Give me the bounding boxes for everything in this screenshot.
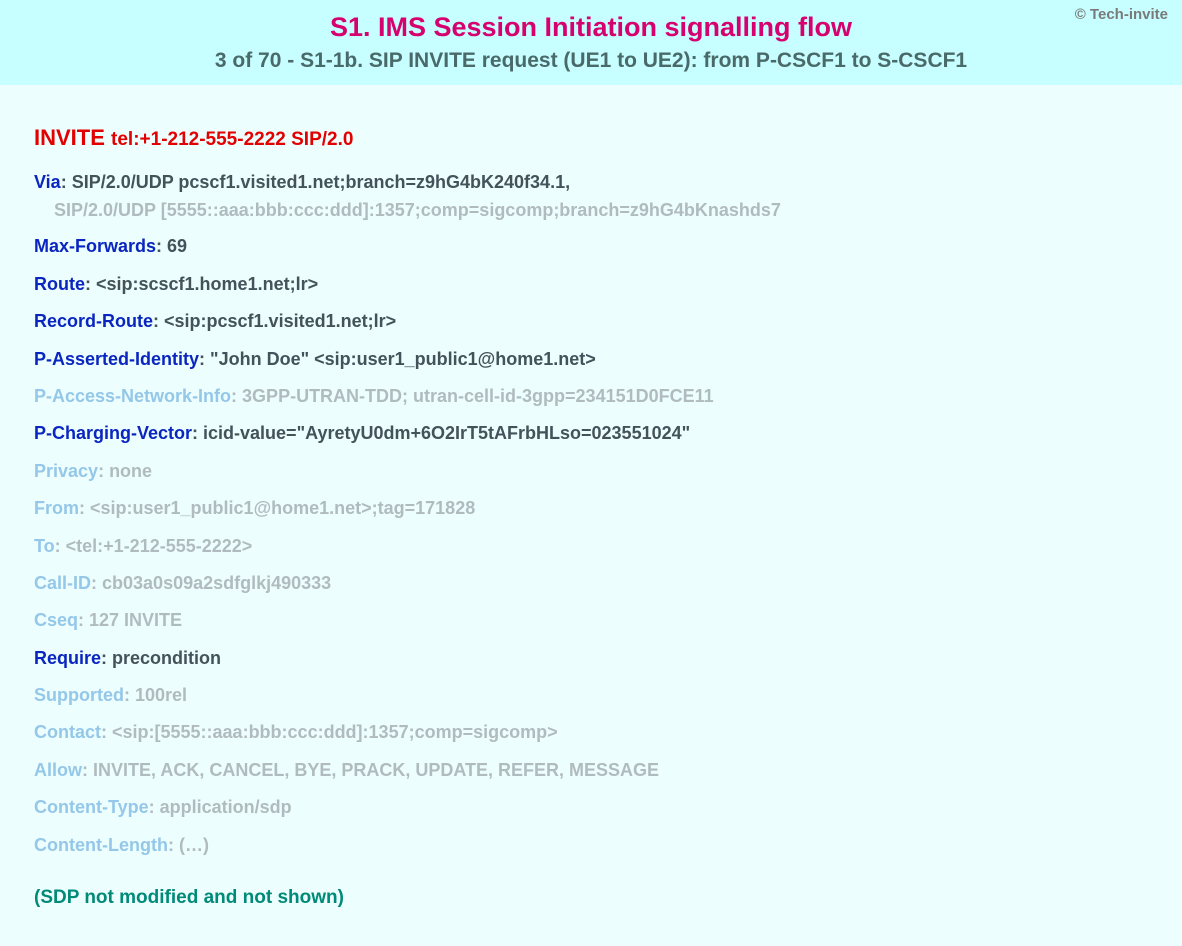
sip-header-line: P-Access-Network-Info: 3GPP-UTRAN-TDD; u…: [34, 385, 1148, 408]
sip-header-line: Record-Route: <sip:pcscf1.visited1.net;l…: [34, 310, 1148, 333]
colon: :: [101, 722, 112, 742]
title-subtitle: 3 of 70 - S1-1b. SIP INVITE request (UE1…: [0, 49, 1182, 73]
sip-header-name: Content-Length: [34, 835, 168, 855]
sip-request-uri: tel:+1-212-555-2222 SIP/2.0: [111, 129, 353, 150]
colon: :: [79, 498, 90, 518]
sip-header-name: Cseq: [34, 610, 78, 630]
sip-header-name: P-Asserted-Identity: [34, 349, 199, 369]
sip-header-value: 69: [167, 236, 187, 256]
sip-header-continuation: SIP/2.0/UDP [5555::aaa:bbb:ccc:ddd]:1357…: [54, 200, 1148, 221]
colon: :: [82, 760, 93, 780]
colon: :: [192, 423, 203, 443]
sip-header-value: <tel:+1-212-555-2222>: [66, 536, 253, 556]
colon: :: [85, 274, 96, 294]
colon: :: [78, 610, 89, 630]
colon: :: [55, 536, 66, 556]
colon: :: [168, 835, 179, 855]
sip-header-line: Allow: INVITE, ACK, CANCEL, BYE, PRACK, …: [34, 759, 1148, 782]
sip-header-name: P-Charging-Vector: [34, 423, 192, 443]
sip-header-name: P-Access-Network-Info: [34, 386, 231, 406]
sip-header-name: Require: [34, 648, 101, 668]
colon: :: [156, 236, 167, 256]
sip-header-name: Route: [34, 274, 85, 294]
sip-header-line: P-Asserted-Identity: "John Doe" <sip:use…: [34, 348, 1148, 371]
sip-header-line: Contact: <sip:[5555::aaa:bbb:ccc:ddd]:13…: [34, 721, 1148, 744]
sip-header-value: <sip:scscf1.home1.net;lr>: [96, 274, 318, 294]
sip-header-value: (…): [179, 835, 209, 855]
sip-header-name: Call-ID: [34, 573, 91, 593]
sip-header-value: INVITE, ACK, CANCEL, BYE, PRACK, UPDATE,…: [93, 760, 659, 780]
colon: :: [149, 797, 160, 817]
header-banner: © Tech-invite S1. IMS Session Initiation…: [0, 0, 1182, 85]
sip-header-value: 3GPP-UTRAN-TDD; utran-cell-id-3gpp=23415…: [242, 386, 714, 406]
colon: :: [91, 573, 102, 593]
sip-headers-block: Via: SIP/2.0/UDP pcscf1.visited1.net;bra…: [34, 171, 1148, 857]
sip-header-name: Via: [34, 172, 61, 192]
colon: :: [231, 386, 242, 406]
sip-header-value: 127 INVITE: [89, 610, 182, 630]
sip-header-line: Privacy: none: [34, 460, 1148, 483]
sip-header-line: From: <sip:user1_public1@home1.net>;tag=…: [34, 497, 1148, 520]
sip-header-value: "John Doe" <sip:user1_public1@home1.net>: [210, 349, 596, 369]
sdp-note: (SDP not modified and not shown): [34, 887, 1148, 909]
sip-header-value: SIP/2.0/UDP pcscf1.visited1.net;branch=z…: [72, 172, 570, 192]
sip-header-line: Supported: 100rel: [34, 684, 1148, 707]
colon: :: [61, 172, 72, 192]
sip-header-line: Route: <sip:scscf1.home1.net;lr>: [34, 273, 1148, 296]
sip-header-line: Content-Type: application/sdp: [34, 796, 1148, 819]
sip-header-line: Call-ID: cb03a0s09a2sdfglkj490333: [34, 572, 1148, 595]
sip-method: INVITE: [34, 125, 105, 150]
colon: :: [124, 685, 135, 705]
sip-header-value: application/sdp: [160, 797, 292, 817]
sip-header-name: Supported: [34, 685, 124, 705]
sip-header-line: Cseq: 127 INVITE: [34, 609, 1148, 632]
sip-header-name: From: [34, 498, 79, 518]
sip-header-value: <sip:[5555::aaa:bbb:ccc:ddd]:1357;comp=s…: [112, 722, 558, 742]
sip-header-name: To: [34, 536, 55, 556]
sip-header-value: none: [109, 461, 152, 481]
colon: :: [101, 648, 112, 668]
sip-request-line: INVITE tel:+1-212-555-2222 SIP/2.0: [34, 125, 1148, 151]
sip-header-line: Content-Length: (…): [34, 834, 1148, 857]
sip-header-name: Content-Type: [34, 797, 149, 817]
sip-header-line: To: <tel:+1-212-555-2222>: [34, 535, 1148, 558]
page: © Tech-invite S1. IMS Session Initiation…: [0, 0, 1182, 946]
sip-header-value: precondition: [112, 648, 221, 668]
sip-header-line: P-Charging-Vector: icid-value="AyretyU0d…: [34, 422, 1148, 445]
sip-header-value: 100rel: [135, 685, 187, 705]
sip-header-name: Record-Route: [34, 311, 153, 331]
sip-header-line: Require: precondition: [34, 647, 1148, 670]
copyright-label: © Tech-invite: [1075, 6, 1168, 23]
colon: :: [98, 461, 109, 481]
colon: :: [199, 349, 210, 369]
sip-header-line: Max-Forwards: 69: [34, 235, 1148, 258]
sip-header-name: Allow: [34, 760, 82, 780]
title-main: S1. IMS Session Initiation signalling fl…: [0, 12, 1182, 43]
sip-header-name: Contact: [34, 722, 101, 742]
sip-header-value: icid-value="AyretyU0dm+6O2IrT5tAFrbHLso=…: [203, 423, 690, 443]
sip-header-value: cb03a0s09a2sdfglkj490333: [102, 573, 331, 593]
colon: :: [153, 311, 164, 331]
sip-header-value: <sip:pcscf1.visited1.net;lr>: [164, 311, 396, 331]
sip-header-name: Privacy: [34, 461, 98, 481]
sip-header-line: Via: SIP/2.0/UDP pcscf1.visited1.net;bra…: [34, 171, 1148, 194]
sip-header-value: <sip:user1_public1@home1.net>;tag=171828: [90, 498, 475, 518]
sip-header-name: Max-Forwards: [34, 236, 156, 256]
sip-message-content: INVITE tel:+1-212-555-2222 SIP/2.0 Via: …: [0, 85, 1182, 929]
